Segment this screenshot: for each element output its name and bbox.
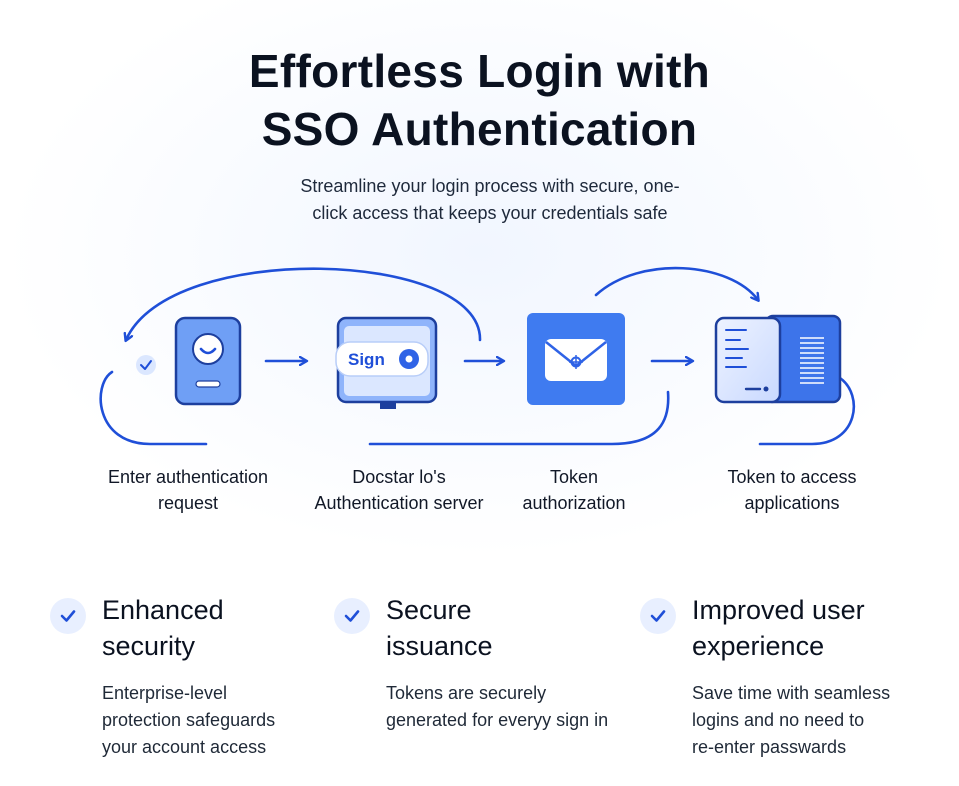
step-label-2: Docstar lo's Authentication server [302,464,496,516]
feature-desc-line: re-enter passwards [692,737,847,757]
sign-in-monitor-icon: Sign [335,316,438,409]
page-title: Effortless Login with SSO Authentication [0,42,959,158]
check-dot-icon [136,355,156,375]
feature-title-line: Improved user [692,595,865,625]
feature-title-line: security [102,631,196,661]
feature-desc-line: Enterprise-level [102,683,228,703]
user-device-icon [174,316,242,406]
feature-title-line: experience [692,631,825,661]
step-label-3-line-2: authorization [522,493,626,513]
feature-desc-line: generated for everyy sign in [386,710,609,730]
feature-description: Tokens are securely generated for everyy… [386,680,656,734]
step-label-2-line-2: Authentication server [314,493,484,513]
feature-desc-line: protection safeguards [102,710,276,730]
feature-description: Save time with seamless logins and no ne… [692,680,942,761]
feature-title: Enhanced security [102,592,342,664]
check-icon [334,598,370,634]
application-document-icon [714,314,842,404]
step-label-3: Token authorization [504,464,644,516]
feature-title: Secure issuance [386,592,626,664]
subtitle-line-1: Streamline your login process with secur… [300,176,680,196]
subtitle-line-2: click access that keeps your credentials… [312,203,668,223]
step-label-4-line-2: applications [744,493,840,513]
feature-desc-line: Tokens are securely [386,683,547,703]
step-label-1: Enter authentication request [98,464,278,516]
title-line-2: SSO Authentication [261,103,698,155]
check-icon [50,598,86,634]
page-subtitle: Streamline your login process with secur… [270,173,710,227]
arc-arrow-top-right [594,266,758,300]
check-icon [640,598,676,634]
feature-desc-line: logins and no need to [692,710,865,730]
envelope-token-icon [527,313,625,405]
title-line-1: Effortless Login with [248,45,711,97]
feature-title-line: Secure [386,595,472,625]
step-label-2-line-1: Docstar lo's [352,467,446,487]
step-label-4: Token to access applications [712,464,872,516]
step-label-1-line-1: Enter authentication [107,467,269,487]
feature-description: Enterprise-level protection safeguards y… [102,680,362,761]
feature-desc-line: Save time with seamless [692,683,891,703]
feature-desc-line: your account access [102,737,267,757]
feature-title: Improved user experience [692,592,932,664]
sign-label: Sign [348,350,385,369]
feature-title-line: Enhanced [102,595,224,625]
step-label-1-line-2: request [157,493,219,513]
feature-title-line: issuance [386,631,493,661]
step-label-4-line-1: Token to access [727,467,857,487]
step-label-3-line-1: Token [549,467,599,487]
